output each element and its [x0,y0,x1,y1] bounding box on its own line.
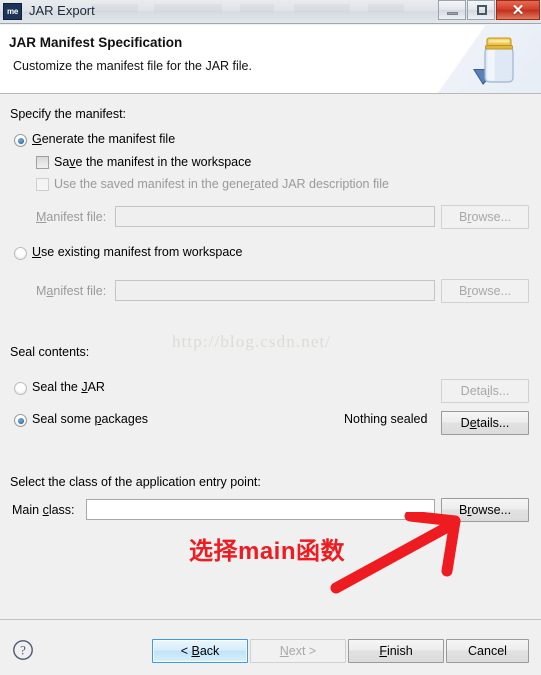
main-class-label: Main class: [12,503,75,517]
main-class-browse-post: owse... [471,503,512,517]
next-button[interactable]: Next > [250,639,346,663]
finish-button-post: inish [386,644,413,658]
next-button-mnemonic: N [279,644,289,658]
back-button[interactable]: < Back [152,639,248,663]
seal-jar-details-pre: Deta [460,384,488,398]
next-button-post: ext > [288,644,317,658]
minimize-icon [447,12,458,15]
jar-export-dialog: me JAR Export ✕ JAR Manifest Specificati… [0,0,541,675]
app-icon: me [3,3,22,20]
seal-packages-details-mnemonic: e [469,416,477,430]
use-existing-manifest-radio[interactable] [14,247,27,260]
save-manifest-label: Save the manifest in the workspace [54,155,251,169]
main-class-input[interactable] [86,499,435,520]
browse-button-1[interactable]: Browse... [441,205,529,229]
dialog-footer: ? < Back Next > Finish Cancel [0,619,541,675]
red-arrow-annotation [330,512,461,594]
finish-button[interactable]: Finish [348,639,444,663]
seal-jar-details-post: ls... [489,384,510,398]
seal-status-text: Nothing sealed [344,412,428,426]
maximize-button[interactable] [467,0,495,20]
jar-icon [473,37,514,85]
annotation-text: 选择main函数 [189,538,346,565]
use-existing-manifest-mnemonic: U [32,245,42,259]
seal-packages-details-post: tails... [476,416,510,430]
cancel-button[interactable]: Cancel [446,639,529,663]
save-manifest-label-pre: Sa [54,155,70,169]
browse-button-2-post: owse... [471,284,512,298]
close-button[interactable]: ✕ [496,0,540,20]
seal-packages-label: Seal some packages [32,412,148,426]
watermark: http://blog.csdn.net/ [172,332,332,351]
manifest-file-label-2-pre: M [36,284,47,298]
save-manifest-label-post: e the manifest in the workspace [75,155,252,169]
seal-packages-details-button[interactable]: Details... [441,411,529,435]
seal-packages-details-pre: D [460,416,470,430]
manifest-file-input-1[interactable] [115,206,435,227]
seal-contents-label: Seal contents: [10,345,90,359]
browse-button-1-post: owse... [471,210,512,224]
main-class-label-post: lass: [48,503,75,517]
generate-manifest-mnemonic: G [32,132,42,146]
manifest-file-label-1-mnemonic: M [36,210,47,224]
browse-button-2[interactable]: Browse... [441,279,529,303]
main-class-browse-button[interactable]: Browse... [441,498,529,522]
seal-jar-radio[interactable] [14,382,27,395]
seal-jar-label-post: AR [87,380,105,394]
entry-point-label: Select the class of the application entr… [10,475,261,489]
use-saved-manifest-label: Use the saved manifest in the generated … [54,177,389,191]
back-button-pre: < [180,644,192,658]
seal-packages-radio[interactable] [14,414,27,427]
window-controls: ✕ [437,0,540,22]
window-title: JAR Export [29,3,95,18]
wizard-header: JAR Manifest Specification Customize the… [0,25,541,94]
back-button-mnemonic: B [191,644,200,658]
seal-packages-label-post: ackages [101,412,149,426]
finish-button-mnemonic: F [379,644,387,658]
specify-manifest-label: Specify the manifest: [10,107,127,121]
generate-manifest-radio[interactable] [14,134,27,147]
cancel-button-pre: Cancel [468,644,507,658]
title-bar: me JAR Export ✕ [0,0,541,24]
dialog-body: http://blog.csdn.net/ Specify the manife… [0,94,541,619]
background-menu-bar-ghost [92,1,432,23]
page-title: JAR Manifest Specification [9,35,183,50]
seal-jar-label-pre: Seal the [32,380,82,394]
seal-jar-label: Seal the JAR [32,380,105,394]
manifest-file-label-2-post: nifest file: [53,284,107,298]
use-existing-manifest-label: Use existing manifest from workspace [32,245,243,259]
manifest-file-label-1-post: anifest file: [46,210,107,224]
use-saved-manifest-label-post: ated JAR description file [254,177,389,191]
maximize-icon [477,5,487,15]
manifest-file-label-1: Manifest file: [36,210,106,224]
save-manifest-checkbox[interactable] [36,156,49,169]
generate-manifest-label-post: enerate the manifest file [41,132,176,146]
use-saved-manifest-checkbox[interactable] [36,178,49,191]
manifest-file-input-2[interactable] [115,280,435,301]
help-icon[interactable]: ? [12,639,34,661]
use-saved-manifest-label-pre: Use the saved manifest in the gene [54,177,250,191]
seal-jar-details-button[interactable]: Details... [441,379,529,403]
minimize-button[interactable] [438,0,466,20]
seal-packages-label-pre: Seal some [32,412,95,426]
page-description: Customize the manifest file for the JAR … [13,59,252,73]
svg-text:?: ? [20,642,26,657]
manifest-file-label-2: Manifest file: [36,284,106,298]
use-existing-manifest-label-post: se existing manifest from workspace [41,245,243,259]
generate-manifest-label: Generate the manifest file [32,132,175,146]
close-icon: ✕ [511,2,525,19]
main-class-label-pre: Main [12,503,43,517]
back-button-post: ack [199,644,220,658]
